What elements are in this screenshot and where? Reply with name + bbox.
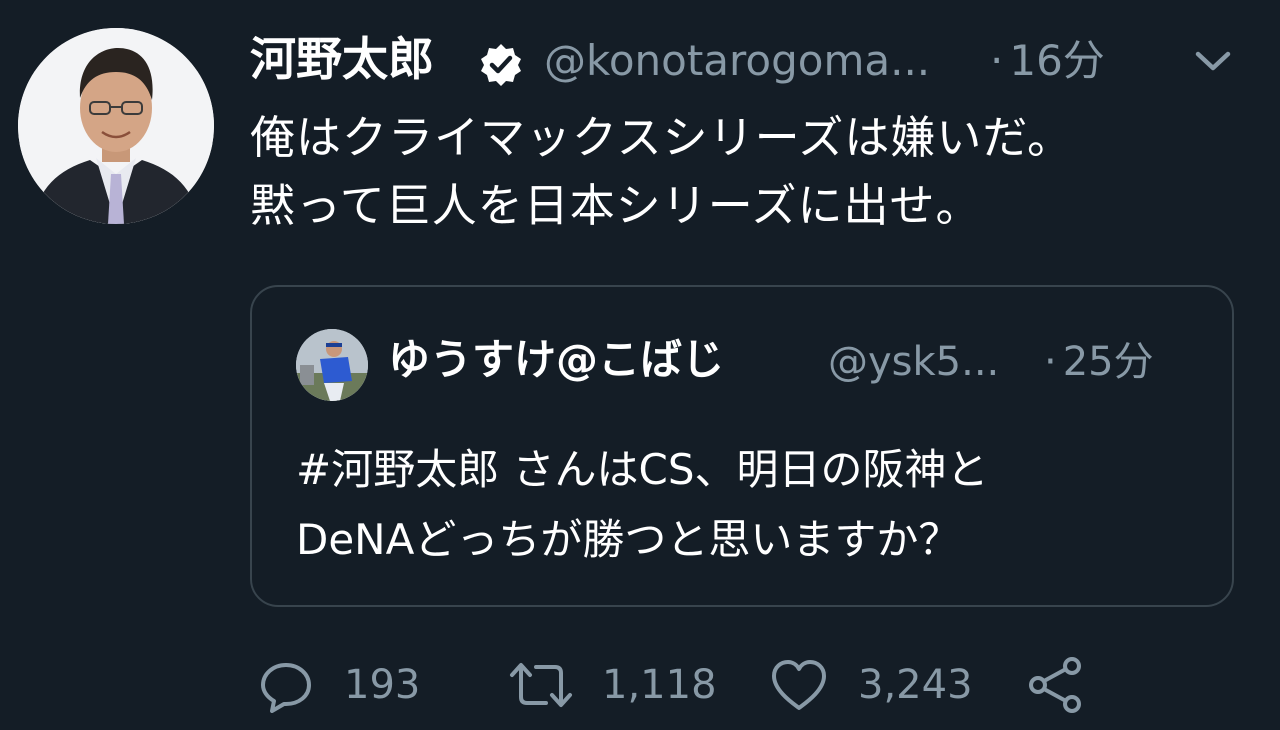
author-display-name[interactable]: 河野太郎 — [250, 32, 434, 86]
reply-count: 193 — [344, 662, 421, 708]
tweet-text-line: 黙って巨人を日本シリーズに出せ。 — [250, 179, 982, 232]
heart-icon — [772, 660, 826, 710]
retweet-button[interactable]: 1,118 — [508, 650, 717, 720]
tweet-action-bar: 193 1,118 3,243 — [258, 650, 1258, 720]
author-avatar[interactable] — [18, 28, 214, 224]
tweet-text-line: 俺はクライマックスシリーズは嫌いだ。 — [250, 111, 1074, 164]
reply-bubble-icon — [261, 663, 311, 713]
quoted-timestamp[interactable]: 25分 — [1063, 339, 1154, 385]
chevron-down-icon[interactable] — [1190, 40, 1236, 82]
share-button[interactable] — [1026, 650, 1084, 720]
quoted-timestamp-group: · 25分 — [1044, 337, 1154, 387]
quoted-text-line: DeNAどっちが勝つと思いますか？ — [296, 515, 961, 564]
tweet-timestamp-group: · 16分 — [990, 36, 1105, 86]
tweet-text: 俺はクライマックスシリーズは嫌いだ。 黙って巨人を日本シリーズに出せ。 — [250, 104, 1260, 240]
quoted-author-avatar — [296, 329, 368, 401]
like-button[interactable]: 3,243 — [770, 650, 973, 720]
quoted-tweet-card[interactable]: ゆうすけ@こばじ @ysk5... · 25分 #河野太郎 さんはCS、明日の阪神… — [250, 285, 1234, 607]
quoted-tweet-text: #河野太郎 さんはCS、明日の阪神と DeNAどっちが勝つと思いますか？ — [296, 435, 1216, 575]
verified-badge-icon — [478, 42, 524, 88]
separator-dot: · — [990, 36, 1004, 85]
quoted-author-display-name[interactable]: ゆうすけ@こばじ — [388, 333, 724, 387]
quoted-text-line: #河野太郎 さんはCS、明日の阪神と — [296, 445, 989, 494]
separator-dot: · — [1044, 339, 1057, 385]
share-icon — [1029, 657, 1081, 713]
author-handle[interactable]: @konotarogoma... — [544, 36, 930, 86]
quoted-author-handle[interactable]: @ysk5... — [828, 337, 999, 387]
like-count: 3,243 — [858, 662, 973, 708]
tweet-header: 河野太郎 @konotarogoma... · 16分 — [250, 28, 1260, 90]
retweet-count: 1,118 — [602, 662, 717, 708]
tweet-timestamp[interactable]: 16分 — [1009, 36, 1104, 85]
retweet-icon — [510, 663, 572, 707]
reply-button[interactable]: 193 — [258, 650, 420, 720]
